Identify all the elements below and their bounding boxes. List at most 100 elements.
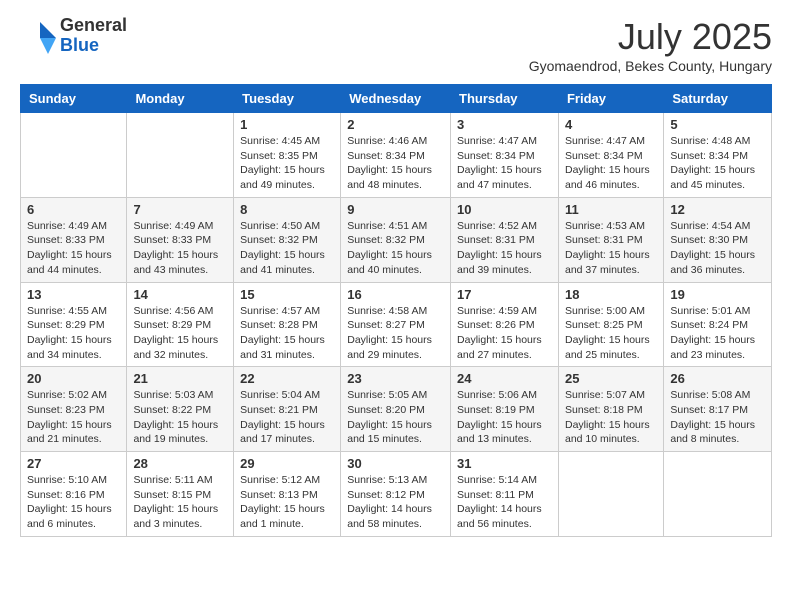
day-number: 29 [240, 456, 334, 471]
logo-icon [20, 18, 56, 54]
calendar-cell [664, 452, 772, 537]
calendar-cell: 25Sunrise: 5:07 AMSunset: 8:18 PMDayligh… [558, 367, 663, 452]
title-area: July 2025 Gyomaendrod, Bekes County, Hun… [529, 16, 772, 74]
month-title: July 2025 [529, 16, 772, 58]
calendar-cell [558, 452, 663, 537]
day-info: Sunrise: 4:54 AMSunset: 8:30 PMDaylight:… [670, 219, 765, 278]
day-info: Sunrise: 5:06 AMSunset: 8:19 PMDaylight:… [457, 388, 552, 447]
day-number: 6 [27, 202, 120, 217]
calendar-cell: 14Sunrise: 4:56 AMSunset: 8:29 PMDayligh… [127, 282, 234, 367]
day-info: Sunrise: 5:12 AMSunset: 8:13 PMDaylight:… [240, 473, 334, 532]
day-number: 15 [240, 287, 334, 302]
weekday-header-saturday: Saturday [664, 85, 772, 113]
day-info: Sunrise: 4:55 AMSunset: 8:29 PMDaylight:… [27, 304, 120, 363]
header: General Blue July 2025 Gyomaendrod, Beke… [20, 16, 772, 74]
day-number: 7 [133, 202, 227, 217]
calendar-cell: 3Sunrise: 4:47 AMSunset: 8:34 PMDaylight… [451, 113, 559, 198]
day-info: Sunrise: 5:01 AMSunset: 8:24 PMDaylight:… [670, 304, 765, 363]
calendar-cell: 27Sunrise: 5:10 AMSunset: 8:16 PMDayligh… [21, 452, 127, 537]
calendar-cell: 22 Sunrise: 5:04 AMSunset: 8:21 PMDayligh… [234, 367, 341, 452]
day-info: Sunrise: 4:50 AMSunset: 8:32 PMDaylight:… [240, 219, 334, 278]
day-info: Sunrise: 4:49 AMSunset: 8:33 PMDaylight:… [27, 219, 120, 278]
day-info: Sunrise: 4:52 AMSunset: 8:31 PMDaylight:… [457, 219, 552, 278]
day-number: 28 [133, 456, 227, 471]
calendar-header-row: SundayMondayTuesdayWednesdayThursdayFrid… [21, 85, 772, 113]
day-number: 31 [457, 456, 552, 471]
calendar-cell: 16Sunrise: 4:58 AMSunset: 8:27 PMDayligh… [341, 282, 451, 367]
day-info: Sunrise: 5:11 AMSunset: 8:15 PMDaylight:… [133, 473, 227, 532]
calendar-cell: 17 Sunrise: 4:59 AMSunset: 8:26 PMDayligh… [451, 282, 559, 367]
calendar-cell: 9 Sunrise: 4:51 AMSunset: 8:32 PMDaylight… [341, 197, 451, 282]
day-number: 23 [347, 371, 444, 386]
logo-text: General Blue [60, 16, 127, 56]
day-number: 19 [670, 287, 765, 302]
day-info: Sunrise: 4:49 AMSunset: 8:33 PMDaylight:… [133, 219, 227, 278]
calendar-week-4: 20Sunrise: 5:02 AMSunset: 8:23 PMDayligh… [21, 367, 772, 452]
day-number: 18 [565, 287, 657, 302]
day-number: 21 [133, 371, 227, 386]
calendar-cell: 13 Sunrise: 4:55 AMSunset: 8:29 PMDayligh… [21, 282, 127, 367]
calendar-week-5: 27Sunrise: 5:10 AMSunset: 8:16 PMDayligh… [21, 452, 772, 537]
weekday-header-friday: Friday [558, 85, 663, 113]
calendar-cell: 15 Sunrise: 4:57 AMSunset: 8:28 PMDayligh… [234, 282, 341, 367]
day-number: 4 [565, 117, 657, 132]
weekday-header-wednesday: Wednesday [341, 85, 451, 113]
day-number: 12 [670, 202, 765, 217]
calendar-cell: 18 Sunrise: 5:00 AMSunset: 8:25 PMDayligh… [558, 282, 663, 367]
day-number: 22 [240, 371, 334, 386]
weekday-header-sunday: Sunday [21, 85, 127, 113]
weekday-header-monday: Monday [127, 85, 234, 113]
calendar-week-1: 1 Sunrise: 4:45 AMSunset: 8:35 PMDaylight… [21, 113, 772, 198]
day-number: 1 [240, 117, 334, 132]
day-number: 17 [457, 287, 552, 302]
calendar-cell: 2 Sunrise: 4:46 AMSunset: 8:34 PMDaylight… [341, 113, 451, 198]
calendar-cell: 30Sunrise: 5:13 AMSunset: 8:12 PMDayligh… [341, 452, 451, 537]
day-number: 13 [27, 287, 120, 302]
logo-blue-text: Blue [60, 36, 127, 56]
calendar-cell: 12 Sunrise: 4:54 AMSunset: 8:30 PMDayligh… [664, 197, 772, 282]
calendar-cell: 23 Sunrise: 5:05 AMSunset: 8:20 PMDayligh… [341, 367, 451, 452]
day-info: Sunrise: 5:04 AMSunset: 8:21 PMDaylight:… [240, 388, 334, 447]
day-info: Sunrise: 5:14 AMSunset: 8:11 PMDaylight:… [457, 473, 552, 532]
day-number: 9 [347, 202, 444, 217]
calendar-cell: 8 Sunrise: 4:50 AMSunset: 8:32 PMDaylight… [234, 197, 341, 282]
day-number: 8 [240, 202, 334, 217]
day-number: 25 [565, 371, 657, 386]
calendar-cell: 19 Sunrise: 5:01 AMSunset: 8:24 PMDayligh… [664, 282, 772, 367]
day-info: Sunrise: 4:51 AMSunset: 8:32 PMDaylight:… [347, 219, 444, 278]
day-info: Sunrise: 4:59 AMSunset: 8:26 PMDaylight:… [457, 304, 552, 363]
day-info: Sunrise: 5:08 AMSunset: 8:17 PMDaylight:… [670, 388, 765, 447]
calendar-cell: 20Sunrise: 5:02 AMSunset: 8:23 PMDayligh… [21, 367, 127, 452]
day-info: Sunrise: 4:48 AMSunset: 8:34 PMDaylight:… [670, 134, 765, 193]
calendar-cell: 28 Sunrise: 5:11 AMSunset: 8:15 PMDayligh… [127, 452, 234, 537]
calendar-cell: 4 Sunrise: 4:47 AMSunset: 8:34 PMDaylight… [558, 113, 663, 198]
day-number: 20 [27, 371, 120, 386]
day-info: Sunrise: 5:03 AMSunset: 8:22 PMDaylight:… [133, 388, 227, 447]
calendar-cell: 26Sunrise: 5:08 AMSunset: 8:17 PMDayligh… [664, 367, 772, 452]
weekday-header-thursday: Thursday [451, 85, 559, 113]
weekday-header-tuesday: Tuesday [234, 85, 341, 113]
logo: General Blue [20, 16, 127, 56]
calendar-week-3: 13 Sunrise: 4:55 AMSunset: 8:29 PMDayligh… [21, 282, 772, 367]
page: General Blue July 2025 Gyomaendrod, Beke… [0, 0, 792, 553]
day-number: 10 [457, 202, 552, 217]
logo-general-text: General [60, 16, 127, 36]
calendar-cell [21, 113, 127, 198]
day-number: 5 [670, 117, 765, 132]
day-info: Sunrise: 4:57 AMSunset: 8:28 PMDaylight:… [240, 304, 334, 363]
day-number: 30 [347, 456, 444, 471]
day-info: Sunrise: 5:00 AMSunset: 8:25 PMDaylight:… [565, 304, 657, 363]
calendar-table: SundayMondayTuesdayWednesdayThursdayFrid… [20, 84, 772, 537]
day-number: 11 [565, 202, 657, 217]
calendar-cell: 1 Sunrise: 4:45 AMSunset: 8:35 PMDaylight… [234, 113, 341, 198]
calendar-cell: 29 Sunrise: 5:12 AMSunset: 8:13 PMDayligh… [234, 452, 341, 537]
day-info: Sunrise: 4:46 AMSunset: 8:34 PMDaylight:… [347, 134, 444, 193]
day-info: Sunrise: 4:45 AMSunset: 8:35 PMDaylight:… [240, 134, 334, 193]
day-info: Sunrise: 5:05 AMSunset: 8:20 PMDaylight:… [347, 388, 444, 447]
day-number: 3 [457, 117, 552, 132]
calendar-cell: 10 Sunrise: 4:52 AMSunset: 8:31 PMDayligh… [451, 197, 559, 282]
day-info: Sunrise: 4:47 AMSunset: 8:34 PMDaylight:… [565, 134, 657, 193]
day-number: 2 [347, 117, 444, 132]
day-info: Sunrise: 4:56 AMSunset: 8:29 PMDaylight:… [133, 304, 227, 363]
location-subtitle: Gyomaendrod, Bekes County, Hungary [529, 58, 772, 74]
